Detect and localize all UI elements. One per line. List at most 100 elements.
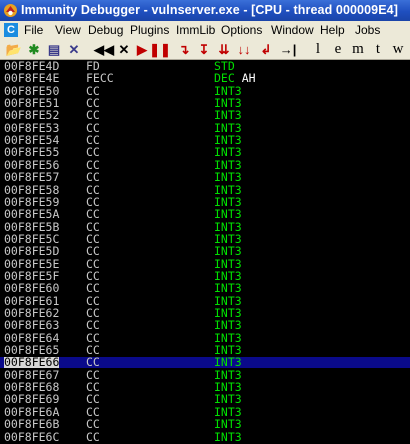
disasm-row[interactable]: 00F8FE51 CC INT3 (0, 97, 410, 109)
disasm-row[interactable]: 00F8FE58 CC INT3 (0, 182, 410, 197)
menu-bar: C File View Debug Plugins ImmLib Options… (0, 21, 410, 41)
menu-immlib[interactable]: ImmLib (176, 23, 215, 37)
rewind-icon[interactable]: ◀◀ (94, 41, 114, 58)
disasm-row[interactable]: 00F8FE54 CC INT3 (0, 133, 410, 148)
menu-jobs[interactable]: Jobs (355, 23, 380, 37)
menu-help[interactable]: Help (320, 23, 345, 37)
execute-till-return-icon[interactable]: ↲ (258, 41, 274, 58)
disasm-row[interactable]: 00F8FE5C CC INT3 (0, 231, 410, 246)
disasm-row[interactable]: 00F8FE55 CC INT3 (0, 145, 410, 160)
disasm-row[interactable]: 00F8FE63 CC INT3 (0, 318, 410, 333)
disassembly-cell: INT3 (214, 320, 242, 332)
address-cell: 00F8FE64 (4, 330, 60, 345)
executable-modules-button[interactable]: e (330, 41, 346, 58)
disassembly-cell: STD (214, 60, 235, 72)
run-icon[interactable]: ▶ (134, 41, 150, 58)
hex-dump-cell: CC (86, 429, 100, 444)
disasm-row[interactable]: 00F8FE52 CC INT3 (0, 108, 410, 123)
disassembly-cell: INT3 (214, 246, 242, 258)
disassembly-cell: INT3 (214, 110, 242, 122)
menu-view[interactable]: View (55, 23, 81, 37)
restart-icon[interactable]: ✱ (26, 41, 42, 58)
hex-dump-cell: CC (86, 306, 100, 320)
disassembly-cell: INT3 (214, 295, 242, 307)
disasm-row[interactable]: 00F8FE64 CC INT3 (0, 330, 410, 345)
disasm-row[interactable]: 00F8FE6C CC INT3 (0, 429, 410, 444)
disasm-row[interactable]: 00F8FE5E CC INT3 (0, 258, 410, 270)
disasm-row[interactable]: 00F8FE6A CC INT3 (0, 404, 410, 419)
disasm-row[interactable]: 00F8FE57 CC INT3 (0, 171, 410, 183)
menu-plugins[interactable]: Plugins (130, 23, 169, 37)
animate-into-icon[interactable]: ⇊ (216, 41, 232, 58)
disassembly-cell: INT3 (214, 344, 242, 356)
disasm-row[interactable]: 00F8FE62 CC INT3 (0, 306, 410, 320)
hex-dump-cell: CC (86, 404, 100, 419)
address-cell: 00F8FE53 (4, 120, 60, 135)
disasm-row[interactable]: 00F8FE65 CC INT3 (0, 344, 410, 356)
disasm-row[interactable]: 00F8FE59 CC INT3 (0, 194, 410, 209)
disassembly-cell: INT3 (214, 171, 242, 183)
disasm-row[interactable]: 00F8FE68 CC INT3 (0, 381, 410, 393)
mnemonic: INT3 (214, 429, 242, 444)
disasm-row-selected[interactable]: 00F8FE66 CC INT3 (0, 357, 410, 369)
disasm-row[interactable]: 00F8FE56 CC INT3 (0, 159, 410, 171)
go-to-icon[interactable]: →| (280, 41, 297, 58)
hex-dump-cell: CC (86, 244, 100, 259)
disasm-row[interactable]: 00F8FE5B CC INT3 (0, 219, 410, 234)
address-cell: 00F8FE63 (4, 318, 60, 333)
disasm-row[interactable]: 00F8FE5F CC INT3 (0, 270, 410, 282)
disasm-row[interactable]: 00F8FE61 CC INT3 (0, 295, 410, 307)
close-icon[interactable]: ✕ (66, 41, 82, 58)
step-over-icon[interactable]: ↧ (196, 41, 212, 58)
step-into-icon[interactable]: ↴ (176, 41, 192, 58)
disassembly-cell: INT3 (214, 357, 242, 369)
disassembly-cell: INT3 (214, 406, 242, 418)
view-icon[interactable]: ▤ (46, 41, 62, 58)
address-cell: 00F8FE59 (4, 194, 60, 209)
menu-file[interactable]: File (24, 23, 43, 37)
windows-button[interactable]: w (390, 41, 406, 58)
hex-dump-cell: CC (86, 182, 100, 197)
disassembly-cell: INT3 (214, 147, 242, 159)
disassembly-cell: INT3 (214, 394, 242, 406)
disassembly-pane[interactable]: 00F8FE4D FD STD 00F8FE4E FECC DEC AH 00F8FE50 C… (0, 59, 410, 442)
operand: AH (241, 71, 256, 86)
disassembly-cell: INT3 (214, 221, 242, 233)
address-cell: 00F8FE52 (4, 108, 60, 123)
memory-map-button[interactable]: m (350, 41, 366, 58)
pause-icon[interactable]: ❚❚ (149, 41, 171, 58)
hex-dump-cell: CC (86, 219, 100, 234)
cpu-window-icon[interactable]: C (4, 23, 18, 37)
menu-debug[interactable]: Debug (88, 23, 123, 37)
disasm-row[interactable]: 00F8FE67 CC INT3 (0, 369, 410, 381)
threads-button[interactable]: t (370, 41, 386, 58)
hex-dump-cell: CC (86, 318, 100, 333)
hex-dump-cell: FD (86, 59, 100, 73)
disasm-row[interactable]: 00F8FE69 CC INT3 (0, 392, 410, 407)
address-cell: 00F8FE69 (4, 392, 60, 407)
disasm-row[interactable]: 00F8FE6B CC INT3 (0, 418, 410, 430)
address-cell: 00F8FE55 (4, 145, 60, 160)
disasm-row[interactable]: 00F8FE5D CC INT3 (0, 244, 410, 259)
disasm-row[interactable]: 00F8FE4E FECC DEC AH (0, 71, 410, 86)
title-bar[interactable]: Immunity Debugger - vulnserver.exe - [CP… (0, 0, 410, 21)
hex-dump-cell: CC (86, 133, 100, 148)
disassembly-cell: INT3 (214, 159, 242, 171)
disassembly-cell: INT3 (214, 381, 242, 393)
menu-window[interactable]: Window (271, 23, 314, 37)
disasm-row[interactable]: 00F8FE4D FD STD (0, 59, 410, 73)
disasm-row[interactable]: 00F8FE50 CC INT3 (0, 85, 410, 97)
disasm-row[interactable]: 00F8FE60 CC INT3 (0, 281, 410, 296)
disasm-row[interactable]: 00F8FE53 CC INT3 (0, 120, 410, 135)
address-cell: 00F8FE5D (4, 244, 60, 259)
open-folder-icon[interactable]: 📂 (6, 41, 22, 58)
disasm-row[interactable]: 00F8FE5A CC INT3 (0, 208, 410, 220)
address-cell: 00F8FE60 (4, 281, 60, 296)
menu-options[interactable]: Options (221, 23, 262, 37)
hex-dump-cell: CC (86, 108, 100, 123)
hex-dump-cell: CC (86, 231, 100, 246)
stop-icon[interactable]: ✕ (116, 41, 132, 58)
log-window-button[interactable]: l (310, 41, 326, 58)
animate-over-icon[interactable]: ↓↓ (236, 41, 252, 58)
disassembly-cell: INT3 (214, 122, 242, 134)
